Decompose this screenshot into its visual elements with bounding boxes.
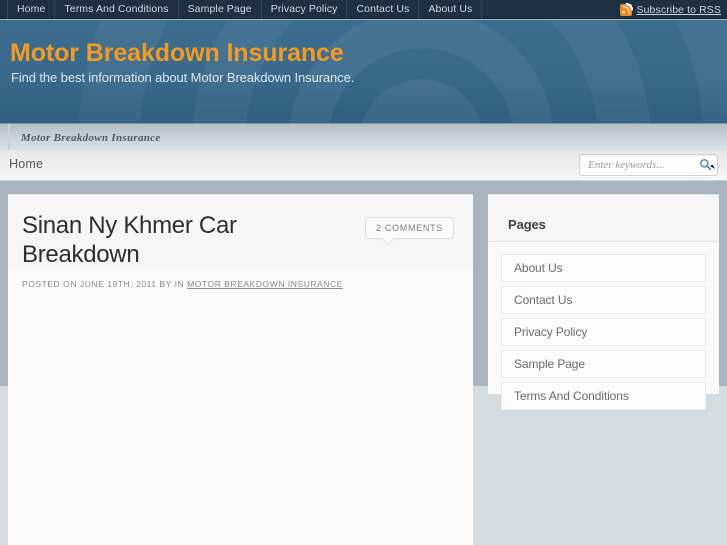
site-masthead: Motor Breakdown Insurance Find the best … — [0, 20, 727, 123]
sidebar-item-sample-page[interactable]: Sample Page — [501, 350, 706, 378]
nav-item-privacy-policy[interactable]: Privacy Policy — [262, 0, 347, 19]
breadcrumb: Motor Breakdown Insurance — [8, 124, 727, 151]
comments-count-badge[interactable]: 2 COMMENTS — [364, 217, 454, 239]
nav-item-about-us[interactable]: About Us — [419, 0, 481, 19]
sidebar-item-terms-and-conditions[interactable]: Terms And Conditions — [501, 382, 706, 410]
nav-item-home-wrap: Home — [7, 0, 56, 19]
post-meta-text: POSTED ON JUNE 19TH, 2011 BY IN — [22, 279, 185, 289]
breadcrumb-current: Motor Breakdown Insurance — [21, 131, 161, 144]
magnifier-icon[interactable] — [699, 158, 712, 171]
rss-subscribe-link[interactable]: Subscribe to RSS — [637, 4, 721, 16]
sidebar-item-contact-us[interactable]: Contact Us — [501, 286, 706, 314]
main-content-column: Sinan Ny Khmer Car Breakdown 2 COMMENTS … — [8, 194, 473, 545]
list-item: About Us — [501, 254, 706, 282]
primary-menu: Home Terms And Conditions Sample Page Pr… — [0, 0, 483, 19]
post-header: Sinan Ny Khmer Car Breakdown 2 COMMENTS — [8, 195, 473, 269]
nav-item-terms-wrap: Terms And Conditions — [55, 0, 179, 19]
search-input[interactable] — [580, 156, 717, 174]
home-link[interactable]: Home — [9, 157, 43, 171]
post-body — [8, 289, 473, 489]
sidebar-item-privacy-policy[interactable]: Privacy Policy — [501, 318, 706, 346]
post-category-link[interactable]: MOTOR BREAKDOWN INSURANCE — [187, 279, 343, 289]
list-item: Terms And Conditions — [501, 382, 706, 410]
nav-item-sample-page[interactable]: Sample Page — [179, 0, 261, 19]
rss-icon — [619, 3, 632, 16]
sidebar: Pages About Us Contact Us Privacy Policy… — [488, 194, 719, 410]
nav-item-privacy-wrap: Privacy Policy — [262, 0, 348, 19]
site-title[interactable]: Motor Breakdown Insurance — [10, 39, 344, 68]
list-item: Privacy Policy — [501, 318, 706, 346]
pages-widget-list: About Us Contact Us Privacy Policy Sampl… — [488, 242, 719, 410]
post-title[interactable]: Sinan Ny Khmer Car Breakdown — [22, 211, 352, 269]
widget-title-pages: Pages — [488, 195, 719, 242]
rss-subscribe[interactable]: Subscribe to RSS — [619, 0, 721, 19]
breadcrumb-bar: Motor Breakdown Insurance — [0, 123, 727, 151]
nav-item-contact-wrap: Contact Us — [347, 0, 420, 19]
sidebar-item-about-us[interactable]: About Us — [501, 254, 706, 282]
list-item: Sample Page — [501, 350, 706, 378]
nav-item-home[interactable]: Home — [8, 0, 54, 19]
page-root: Home Terms And Conditions Sample Page Pr… — [0, 0, 727, 545]
list-item: Contact Us — [501, 286, 706, 314]
post-meta: POSTED ON JUNE 19TH, 2011 BY IN MOTOR BR… — [8, 269, 473, 289]
nav-item-terms-and-conditions[interactable]: Terms And Conditions — [55, 0, 177, 19]
secondary-toolbar: Home — [0, 150, 727, 181]
top-navigation-bar: Home Terms And Conditions Sample Page Pr… — [0, 0, 727, 19]
nav-item-sample-wrap: Sample Page — [179, 0, 262, 19]
site-description: Find the best information about Motor Br… — [11, 70, 355, 85]
search-box[interactable] — [579, 154, 718, 176]
nav-item-about-wrap: About Us — [419, 0, 483, 19]
nav-item-contact-us[interactable]: Contact Us — [347, 0, 418, 19]
